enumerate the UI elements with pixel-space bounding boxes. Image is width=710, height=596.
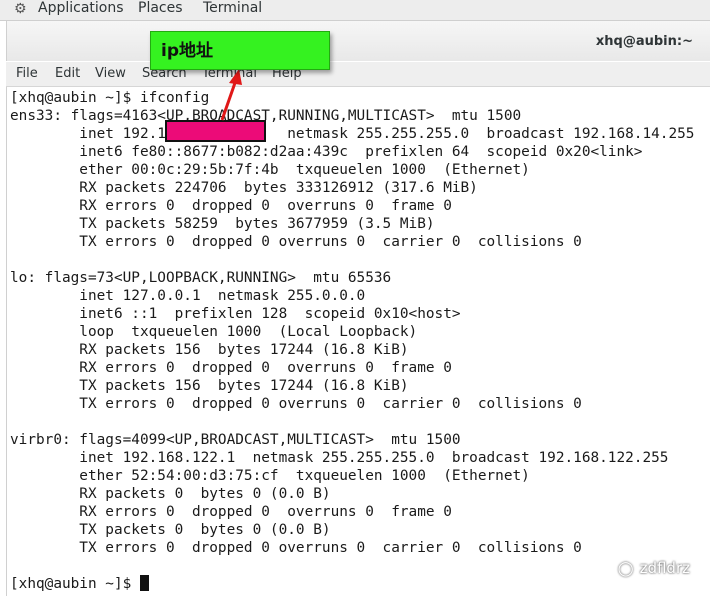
terminal-line: inet 192.1 netmask 255.255.255.0 broadca… <box>10 126 695 142</box>
ip-address-callout: ip地址 <box>150 31 330 70</box>
terminal-line: TX errors 0 dropped 0 overruns 0 carrier… <box>10 396 582 412</box>
terminal-line: [xhq@aubin ~]$ ifconfig <box>10 90 210 106</box>
terminal-app-menu[interactable]: Terminal <box>203 0 262 17</box>
terminal-output[interactable]: [xhq@aubin ~]$ ifconfig ens33: flags=416… <box>6 87 710 596</box>
terminal-line: inet6 fe80::8677:b082:d2aa:439c prefixle… <box>10 144 643 160</box>
terminal-line: loop txqueuelen 1000 (Local Loopback) <box>10 324 418 340</box>
places-menu[interactable]: Places <box>138 0 183 17</box>
terminal-line: RX packets 224706 bytes 333126912 (317.6… <box>10 180 478 196</box>
terminal-line: TX errors 0 dropped 0 overruns 0 carrier… <box>10 234 582 250</box>
window-titlebar[interactable]: xhq@aubin:~ <box>6 21 710 61</box>
applications-menu[interactable]: Applications <box>38 0 124 17</box>
terminal-line: lo: flags=73<UP,LOOPBACK,RUNNING> mtu 65… <box>10 270 392 286</box>
terminal-line: RX packets 0 bytes 0 (0.0 B) <box>10 486 331 502</box>
terminal-line: TX errors 0 dropped 0 overruns 0 carrier… <box>10 540 582 556</box>
terminal-cursor <box>140 575 149 591</box>
apps-menu-icon[interactable]: ⚙ <box>14 1 27 17</box>
terminal-line: RX packets 156 bytes 17244 (16.8 KiB) <box>10 342 409 358</box>
terminal-line: TX packets 0 bytes 0 (0.0 B) <box>10 522 331 538</box>
terminal-line: virbr0: flags=4099<UP,BROADCAST,MULTICAS… <box>10 432 461 448</box>
terminal-line: RX errors 0 dropped 0 overruns 0 frame 0 <box>10 360 452 376</box>
menu-file[interactable]: File <box>16 66 38 81</box>
menu-edit[interactable]: Edit <box>55 66 80 81</box>
redaction-box <box>165 120 266 142</box>
terminal-line: ether 00:0c:29:5b:7f:4b txqueuelen 1000 … <box>10 162 530 178</box>
terminal-line: TX packets 58259 bytes 3677959 (3.5 MiB) <box>10 216 435 232</box>
terminal-prompt-line: [xhq@aubin ~]$ <box>10 576 140 592</box>
watermark: ◯ zdfldrz <box>618 559 690 577</box>
top-bar: ⚙ Applications Places Terminal <box>0 0 710 21</box>
window-title: xhq@aubin:~ <box>595 34 693 49</box>
menu-view[interactable]: View <box>95 66 126 81</box>
terminal-line: TX packets 156 bytes 17244 (16.8 KiB) <box>10 378 409 394</box>
terminal-line: inet6 ::1 prefixlen 128 scopeid 0x10<hos… <box>10 306 461 322</box>
terminal-line: RX errors 0 dropped 0 overruns 0 frame 0 <box>10 504 452 520</box>
terminal-line: RX errors 0 dropped 0 overruns 0 frame 0 <box>10 198 452 214</box>
wechat-icon: ◯ <box>617 561 634 577</box>
terminal-line: ether 52:54:00:d3:75:cf txqueuelen 1000 … <box>10 468 530 484</box>
terminal-line: inet 192.168.122.1 netmask 255.255.255.0… <box>10 450 669 466</box>
watermark-text: zdfldrz <box>639 559 690 577</box>
terminal-line: inet 127.0.0.1 netmask 255.0.0.0 <box>10 288 366 304</box>
menu-bar: File Edit View Search Terminal Help <box>6 62 710 87</box>
